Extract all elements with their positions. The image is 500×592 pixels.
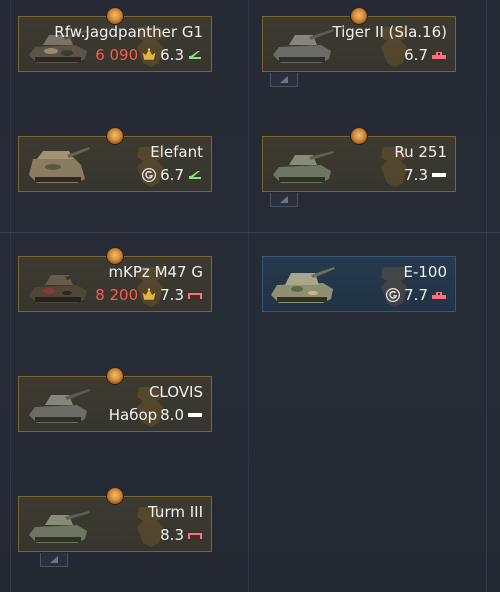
medium-tank-image: [23, 263, 93, 307]
vehicle-name: E-100: [403, 263, 447, 281]
medium-tank-icon: [187, 290, 203, 300]
light-tank-image: [267, 143, 337, 187]
battle-rating: 8.3: [160, 526, 184, 544]
light-tank-image: [23, 383, 93, 427]
vehicle-card-elefant[interactable]: Elefant 6.7: [18, 128, 214, 196]
research-badge-icon: [351, 128, 367, 144]
expand-chevron-icon[interactable]: [270, 73, 298, 87]
vehicle-price: 6 090: [95, 46, 139, 64]
vehicle-name: Rfw.Jagdpanther G1: [54, 23, 203, 41]
battle-rating: 7.3: [404, 166, 428, 184]
vehicle-card-clovis[interactable]: CLOVIS Набор 8.0: [18, 368, 214, 436]
golden-eagles-icon: [141, 287, 157, 303]
medium-tank-icon: [187, 530, 203, 540]
heavy-tank-image: [267, 23, 337, 67]
research-badge-icon: [351, 8, 367, 24]
vehicle-card-ru-251[interactable]: Ru 251 7.3: [262, 128, 458, 207]
research-badge-icon: [107, 368, 123, 384]
research-badge-icon: [107, 128, 123, 144]
expand-chevron-icon[interactable]: [270, 193, 298, 207]
battle-rating: 8.0: [160, 406, 184, 424]
heavy-tank-image: [267, 263, 337, 307]
light-tank-icon: [431, 170, 447, 180]
light-tank-icon: [187, 410, 203, 420]
column-divider: [10, 0, 11, 592]
research-badge-icon: [107, 8, 123, 24]
battle-rating: 7.7: [404, 286, 428, 304]
pack-label: Набор: [108, 406, 158, 424]
vehicle-name: Ru 251: [394, 143, 447, 161]
column-divider: [486, 0, 487, 592]
vehicle-name: Tiger II (Sla.16): [332, 23, 447, 41]
vehicle-card-tiger-ii-sla16[interactable]: Tiger II (Sla.16) 6.7: [262, 8, 458, 87]
vehicle-card-turm-iii[interactable]: Turm III 8.3: [18, 488, 214, 567]
column-divider: [248, 0, 249, 592]
heavy-tank-icon: [431, 50, 447, 60]
vehicle-price: 8 200: [95, 286, 139, 304]
research-badge-icon: [107, 488, 123, 504]
battle-rating: 7.3: [160, 286, 184, 304]
vehicle-card-rfw-jagdpanther-g1[interactable]: Rfw.Jagdpanther G1 6 090 6.3: [18, 8, 214, 76]
battle-rating: 6.7: [160, 166, 184, 184]
research-badge-icon: [107, 248, 123, 264]
gift-icon: [385, 287, 401, 303]
tank-destroyer-image: [23, 143, 93, 187]
vehicle-name: Elefant: [150, 143, 203, 161]
vehicle-name: mKPz M47 G: [108, 263, 203, 281]
tank-destroyer-icon: [187, 50, 203, 60]
battle-rating: 6.3: [160, 46, 184, 64]
heavy-tank-icon: [431, 290, 447, 300]
expand-chevron-icon[interactable]: [40, 553, 68, 567]
tank-destroyer-icon: [187, 170, 203, 180]
medium-tank-image: [23, 503, 93, 547]
rank-divider: [0, 232, 500, 233]
gift-icon: [141, 167, 157, 183]
vehicle-name: Turm III: [148, 503, 203, 521]
vehicle-name: CLOVIS: [148, 383, 203, 401]
vehicle-card-e-100[interactable]: E-100 7.7: [262, 256, 458, 316]
vehicle-card-mkpz-m47-g[interactable]: mKPz M47 G 8 200 7.3: [18, 248, 214, 316]
battle-rating: 6.7: [404, 46, 428, 64]
golden-eagles-icon: [141, 47, 157, 63]
